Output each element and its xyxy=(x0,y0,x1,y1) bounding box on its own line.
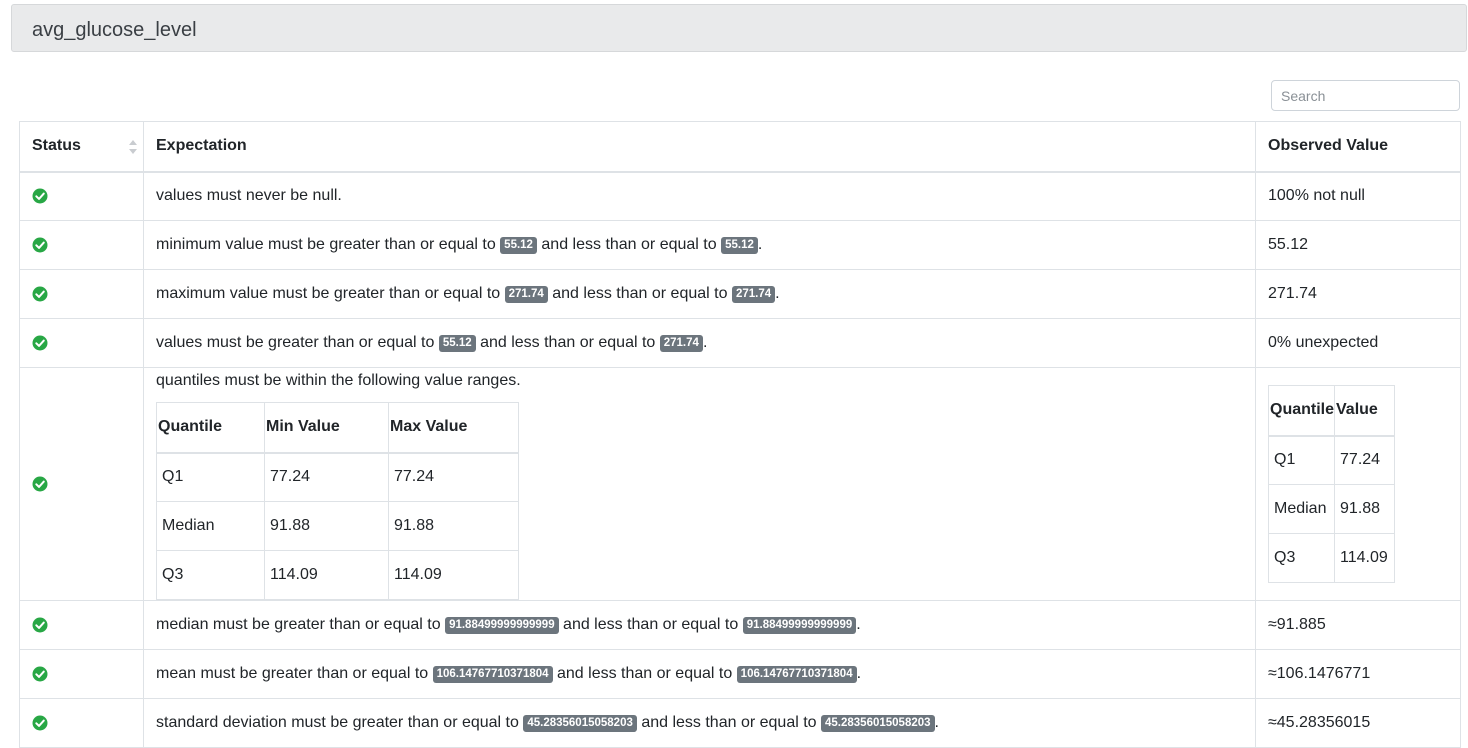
sub-table-row: Q3 114.09 114.09 xyxy=(156,550,519,600)
quantile-expectation-text: quantiles must be within the following v… xyxy=(156,372,521,389)
sub-table-cell: 91.88 xyxy=(264,501,389,551)
expectations-table: Status Expectation Observed Value values… xyxy=(19,121,1461,748)
check-circle-icon xyxy=(32,666,48,682)
section-title: avg_glucose_level xyxy=(32,19,197,41)
sub-table-cell: Q3 xyxy=(156,550,265,600)
observed-cell: ≈106.1476771 xyxy=(1255,649,1461,699)
value-badge: 55.12 xyxy=(438,335,476,352)
sub-table-cell: 77.24 xyxy=(264,452,389,502)
table-row: values must be greater than or equal to … xyxy=(19,318,1461,368)
value-badge: 271.74 xyxy=(731,286,776,303)
table-row-quantiles: quantiles must be within the following v… xyxy=(19,367,1461,601)
status-column-header[interactable]: Status xyxy=(19,121,144,173)
check-circle-icon xyxy=(32,476,48,492)
sub-table-cell: 91.88 xyxy=(388,501,519,551)
sub-table-row: Q1 77.24 77.24 xyxy=(156,452,519,502)
expectation-cell: mean must be greater than or equal to 10… xyxy=(143,649,1256,699)
sub-table-header: Max Value xyxy=(388,402,519,454)
status-cell xyxy=(19,367,144,601)
table-row: maximum value must be greater than or eq… xyxy=(19,269,1461,319)
expectation-cell: values must be greater than or equal to … xyxy=(143,318,1256,368)
observed-cell: Quantile Value Q1 77.24 Median 91.88 Q3 … xyxy=(1255,367,1461,601)
sub-table-header-row: Quantile Value xyxy=(1267,385,1396,437)
sub-table-cell: Q1 xyxy=(156,452,265,502)
status-cell xyxy=(19,649,144,699)
observed-cell: ≈91.885 xyxy=(1255,600,1461,650)
observed-column-header: Observed Value xyxy=(1255,121,1461,173)
sub-table-cell: 77.24 xyxy=(388,452,519,502)
sub-table-cell: Median xyxy=(156,501,265,551)
status-cell xyxy=(19,220,144,270)
sub-table-row: Q1 77.24 xyxy=(1267,435,1396,485)
value-badge: 55.12 xyxy=(500,237,537,254)
observed-cell: 55.12 xyxy=(1255,220,1461,270)
observed-cell: 100% not null xyxy=(1255,171,1461,221)
expectation-cell: median must be greater than or equal to … xyxy=(143,600,1256,650)
quantile-ranges-table: Quantile Min Value Max Value Q1 77.24 77… xyxy=(156,402,519,600)
status-cell xyxy=(19,698,144,748)
value-badge: 271.74 xyxy=(659,335,703,352)
table-row: values must never be null. 100% not null xyxy=(19,171,1461,221)
sub-table-cell: 77.24 xyxy=(1334,435,1396,485)
check-circle-icon xyxy=(32,715,48,731)
status-cell xyxy=(19,171,144,221)
sub-table-cell: 114.09 xyxy=(264,550,389,600)
sub-table-row: Q3 114.09 xyxy=(1267,533,1396,583)
check-circle-icon xyxy=(32,286,48,302)
value-badge: 55.12 xyxy=(721,237,758,254)
table-row: standard deviation must be greater than … xyxy=(19,698,1461,748)
value-badge: 91.88499999999999 xyxy=(742,617,857,634)
value-badge: 271.74 xyxy=(504,286,548,303)
check-circle-icon xyxy=(32,335,48,351)
expectation-cell: minimum value must be greater than or eq… xyxy=(143,220,1256,270)
section-header: avg_glucose_level xyxy=(11,4,1467,52)
sort-icon[interactable] xyxy=(129,140,137,154)
sub-table-header: Quantile xyxy=(156,402,265,454)
status-cell xyxy=(19,269,144,319)
sub-table-header: Min Value xyxy=(264,402,389,454)
expectation-cell: standard deviation must be greater than … xyxy=(143,698,1256,748)
check-circle-icon xyxy=(32,617,48,633)
expectation-cell: quantiles must be within the following v… xyxy=(143,367,1256,601)
status-cell xyxy=(19,318,144,368)
sub-table-header: Value xyxy=(1334,385,1396,437)
sub-table-row: Median 91.88 91.88 xyxy=(156,501,519,551)
check-circle-icon xyxy=(32,188,48,204)
status-column-label: Status xyxy=(32,137,81,155)
sub-table-cell: 114.09 xyxy=(1334,533,1396,583)
sub-table-cell: 114.09 xyxy=(388,550,519,600)
table-row: median must be greater than or equal to … xyxy=(19,600,1461,650)
value-badge: 45.28356015058203 xyxy=(821,715,935,732)
observed-cell: 0% unexpected xyxy=(1255,318,1461,368)
sub-table-cell: Q3 xyxy=(1267,533,1336,583)
value-badge: 45.28356015058203 xyxy=(523,715,637,732)
value-badge: 106.14767710371804 xyxy=(736,666,857,683)
sub-table-cell: 91.88 xyxy=(1334,484,1396,534)
status-cell xyxy=(19,600,144,650)
table-header-row: Status Expectation Observed Value xyxy=(19,121,1461,173)
sub-table-row: Median 91.88 xyxy=(1267,484,1396,534)
check-circle-icon xyxy=(32,237,48,253)
table-row: minimum value must be greater than or eq… xyxy=(19,220,1461,270)
sub-table-header: Quantile xyxy=(1267,385,1336,437)
sub-table-cell: Median xyxy=(1267,484,1336,534)
observed-cell: ≈45.28356015 xyxy=(1255,698,1461,748)
value-badge: 91.88499999999999 xyxy=(445,617,559,634)
sub-table-header-row: Quantile Min Value Max Value xyxy=(156,402,519,454)
search-input[interactable] xyxy=(1271,80,1460,111)
sub-table-cell: Q1 xyxy=(1267,435,1336,485)
expectation-cell: values must never be null. xyxy=(143,171,1256,221)
expectation-column-header: Expectation xyxy=(143,121,1256,173)
quantile-observed-table: Quantile Value Q1 77.24 Median 91.88 Q3 … xyxy=(1267,385,1396,583)
expectation-cell: maximum value must be greater than or eq… xyxy=(143,269,1256,319)
table-row: mean must be greater than or equal to 10… xyxy=(19,649,1461,699)
observed-cell: 271.74 xyxy=(1255,269,1461,319)
value-badge: 106.14767710371804 xyxy=(432,666,553,683)
